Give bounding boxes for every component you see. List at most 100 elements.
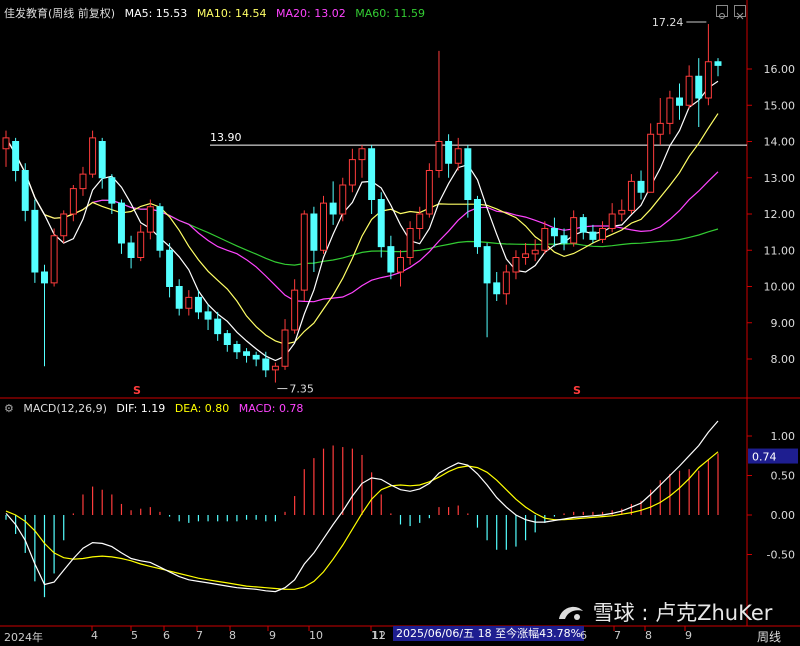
macd-tick-label: 0.50 — [771, 470, 796, 483]
candle-body — [416, 213, 424, 229]
watermark-text: 雪球 : 卢克ZhuKer — [592, 601, 773, 625]
month-label: 8 — [229, 629, 236, 642]
candle-body — [714, 61, 722, 66]
candle-body — [512, 257, 520, 273]
candle-body — [560, 235, 568, 244]
month-label: 6 — [580, 629, 587, 642]
macd-settings-icon[interactable]: ⚙ — [4, 402, 14, 415]
candle-body — [41, 271, 48, 284]
candle-body — [175, 286, 183, 309]
candle-body — [214, 318, 222, 335]
range-info: 2025/06/06/五 18 至今涨幅43.78% — [393, 626, 585, 641]
price-tick-label: 9.00 — [771, 317, 796, 330]
macd-tick-label: 1.00 — [771, 430, 796, 443]
candle-body — [31, 209, 39, 273]
candle-body — [137, 231, 145, 258]
candle-body — [464, 148, 472, 200]
price-tick-label: 15.00 — [764, 99, 796, 112]
candle-body — [599, 228, 607, 240]
candle-body — [435, 141, 443, 171]
month-label: 7 — [614, 629, 621, 642]
snowball-logo-icon — [559, 606, 583, 620]
candle-body — [493, 282, 501, 295]
ma60-label: MA60: 11.59 — [355, 7, 425, 20]
macd-tick-label: 0.00 — [771, 509, 796, 522]
candle-body — [704, 61, 712, 99]
macd-tick-label: -0.50 — [767, 549, 795, 562]
candle-body — [541, 228, 549, 251]
candle-body — [117, 202, 125, 244]
settings-icon[interactable] — [716, 5, 728, 19]
candle-body — [50, 235, 58, 284]
candle-body — [445, 141, 453, 164]
candle-body — [454, 148, 462, 164]
macd-title[interactable]: MACD(12,26,9) — [23, 402, 107, 415]
ma10-label: MA10: 14.54 — [196, 7, 267, 20]
candle-body — [12, 141, 20, 171]
price-tick-label: 12.00 — [764, 208, 796, 221]
month-label: 8 — [645, 629, 652, 642]
candle-body — [647, 133, 655, 193]
candle-body — [291, 289, 299, 331]
candle-body — [146, 206, 154, 233]
candle-body — [531, 249, 539, 255]
close-icon[interactable] — [734, 5, 746, 20]
candle-body — [502, 271, 510, 295]
candle-body — [166, 249, 174, 287]
candle-body — [425, 170, 433, 215]
candle-body — [522, 253, 530, 258]
macd-legend: ⚙ MACD(12,26,9) DIF: 1.19 DEA: 0.80 MACD… — [4, 402, 309, 415]
candle-body — [108, 177, 116, 204]
candle-body — [656, 122, 664, 135]
high-label: 17.24 — [652, 16, 684, 29]
candle-body — [329, 202, 337, 215]
price-tick-label: 13.00 — [764, 172, 796, 185]
candle-body — [676, 97, 683, 106]
candle-body — [79, 173, 87, 190]
month-label: 2024年 — [4, 631, 43, 644]
candle-body — [98, 141, 106, 179]
candle-body — [204, 311, 212, 320]
month-label: 9 — [269, 629, 276, 642]
price-tick-label: 10.00 — [764, 281, 796, 294]
current-macd-value: 0.74 — [752, 451, 777, 464]
level-label: 13.90 — [210, 131, 242, 144]
candle-body — [262, 358, 270, 371]
candle-body — [300, 213, 308, 291]
candle-body — [320, 202, 327, 251]
candle-body — [387, 246, 395, 273]
candle-body — [185, 296, 193, 309]
month-label: 10 — [309, 629, 323, 642]
candle-body — [589, 231, 597, 240]
month-label: 12 — [372, 629, 386, 642]
candle-body — [368, 148, 376, 200]
price-tick-label: 16.00 — [764, 63, 796, 76]
stock-title[interactable]: 佳发教育(周线 前复权) — [4, 7, 115, 20]
month-label: 4 — [91, 629, 98, 642]
candle-body — [60, 213, 68, 237]
candle-body — [233, 344, 241, 353]
candle-body — [666, 97, 674, 124]
watermark: 雪球 : 卢克ZhuKer — [556, 597, 772, 627]
candle-body — [243, 351, 251, 356]
candle-body — [281, 329, 289, 367]
candle-body — [89, 137, 97, 175]
ma20-label: MA20: 13.02 — [276, 7, 346, 20]
candle-body — [348, 159, 356, 186]
chart-canvas[interactable]: 16.00 15.00 14.00 13.00 12.00 11.00 10.00 9.00 8… — [0, 0, 800, 646]
candle-body — [550, 228, 558, 237]
dea-label: DEA: 0.80 — [174, 402, 230, 415]
period-label[interactable]: 周线 — [757, 628, 781, 645]
low-label: 7.35 — [289, 383, 314, 396]
candle-body — [695, 75, 703, 99]
ma5-label: MA5: 15.53 — [124, 7, 188, 20]
candle-body — [358, 148, 366, 161]
candle-body — [685, 75, 693, 106]
candle-body — [570, 217, 578, 244]
candle-body — [223, 333, 231, 345]
candle-body — [579, 217, 587, 233]
main-legend: 佳发教育(周线 前复权) MA5: 15.53 MA10: 14.54 MA20… — [4, 5, 431, 21]
candle-body — [271, 365, 279, 371]
candle-body — [627, 180, 635, 211]
candle-body — [69, 188, 77, 215]
